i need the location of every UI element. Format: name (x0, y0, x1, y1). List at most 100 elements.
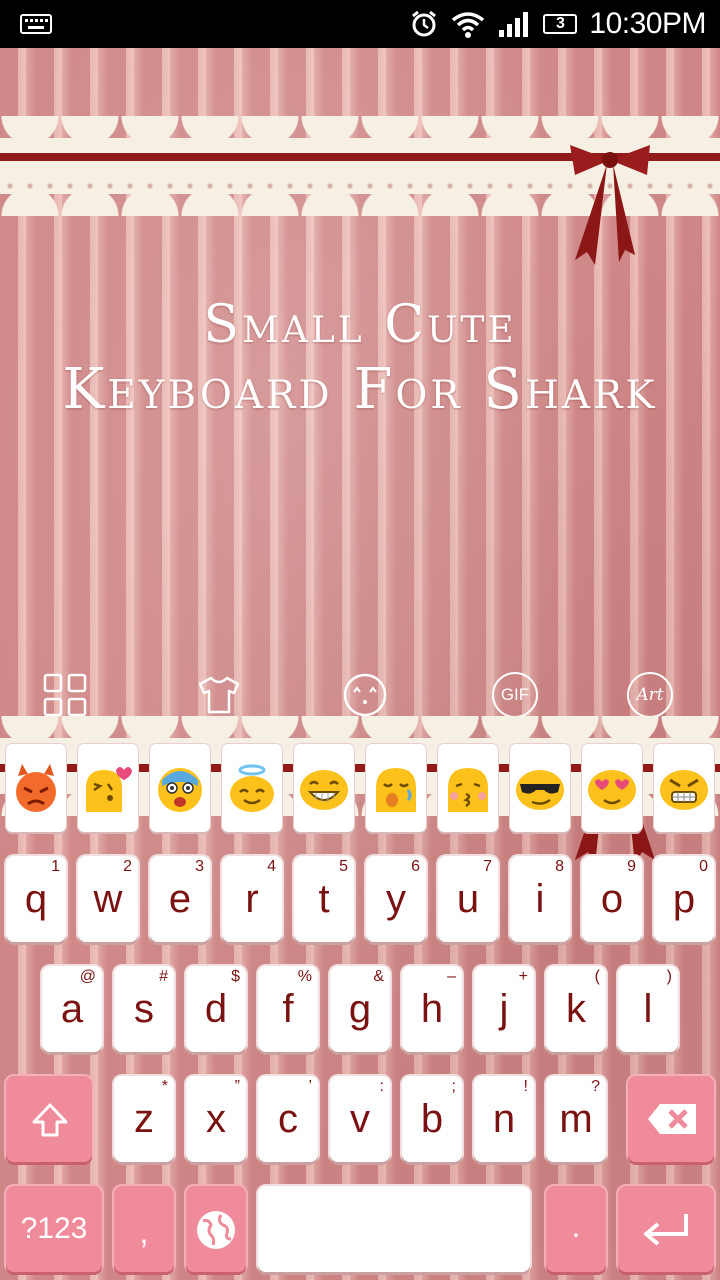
key-secondary-label: ’ (308, 1078, 312, 1095)
key-label: d (204, 987, 228, 1031)
key-b[interactable]: ; b (402, 1076, 462, 1162)
sunglasses-emoji-icon (516, 770, 564, 810)
key-l[interactable]: ) l (618, 966, 678, 1052)
key-v[interactable]: :v (330, 1076, 390, 1162)
emoji-key-kiss[interactable] (438, 744, 498, 832)
key-label: m (559, 1097, 593, 1141)
theme-shirt-icon[interactable] (196, 672, 242, 718)
key-label: n (492, 1097, 516, 1141)
key-k[interactable]: (k (546, 966, 606, 1052)
language-key[interactable] (186, 1186, 246, 1272)
period-key[interactable]: . (546, 1186, 606, 1272)
key-secondary-label: 2 (123, 858, 132, 875)
key-secondary-label: : (379, 1078, 384, 1095)
key-secondary-label: 0 (699, 858, 708, 875)
key-secondary-label: 4 (267, 858, 276, 875)
key-g[interactable]: & g (330, 966, 390, 1052)
emoticon-icon[interactable] (342, 672, 388, 718)
key-n[interactable]: ! n (474, 1076, 534, 1162)
enter-key[interactable] (618, 1186, 714, 1272)
key-secondary-label: 8 (555, 858, 564, 875)
grimace-emoji-icon (660, 770, 708, 810)
key-secondary-label: 9 (627, 858, 636, 875)
key-y[interactable]: 6y (366, 856, 426, 942)
key-label: s (134, 987, 154, 1031)
key-p[interactable]: 0p (654, 856, 714, 942)
emoji-key-heart-eyes[interactable] (582, 744, 642, 832)
backspace-icon (648, 1104, 696, 1134)
key-x[interactable]: ” x (186, 1076, 246, 1162)
key-secondary-label: ( (594, 968, 600, 985)
enter-icon (644, 1214, 688, 1246)
globe-icon (197, 1211, 235, 1249)
key-secondary-label: ” (234, 1078, 240, 1095)
key-i[interactable]: 8i (510, 856, 570, 942)
key-secondary-label: ; (451, 1078, 456, 1095)
key-o[interactable]: 9o (582, 856, 642, 942)
key-label: y (386, 877, 406, 921)
key-secondary-label: % (297, 968, 312, 985)
grin-emoji-icon (300, 770, 348, 810)
keyboard-notification-icon (20, 14, 52, 34)
kiss-emoji-icon (448, 768, 488, 812)
space-bar[interactable] (258, 1186, 530, 1272)
key-secondary-label: ) (666, 968, 672, 985)
key-f[interactable]: % f (258, 966, 318, 1052)
gif-button[interactable]: GIF (492, 672, 538, 718)
key-h[interactable]: – h (402, 966, 462, 1052)
angry-devil-emoji-icon (16, 764, 56, 812)
backspace-key[interactable] (628, 1076, 714, 1162)
symbols-label: ?123 (20, 1212, 88, 1245)
key-secondary-label: # (159, 968, 168, 985)
key-c[interactable]: ’ c (258, 1076, 318, 1162)
key-m[interactable]: ? m (546, 1076, 606, 1162)
emoji-key-sunglasses[interactable] (510, 744, 570, 832)
key-secondary-label: 7 (483, 858, 492, 875)
key-t[interactable]: 5t (294, 856, 354, 942)
key-label: i (535, 877, 545, 921)
key-label: b (420, 1097, 444, 1141)
emoji-key-scared[interactable] (150, 744, 210, 832)
key-label: c (278, 1097, 298, 1141)
key-secondary-label: ? (591, 1078, 600, 1095)
keyboard-toolbar: GIF Art (0, 664, 720, 724)
key-label: q (24, 877, 48, 921)
key-label: z (134, 1097, 154, 1141)
key-e[interactable]: 3e (150, 856, 210, 942)
key-secondary-label: $ (231, 968, 240, 985)
symbols-key[interactable]: ?123 (6, 1186, 102, 1272)
key-secondary-label: 5 (339, 858, 348, 875)
key-j[interactable]: + j (474, 966, 534, 1052)
key-label: f (282, 987, 294, 1031)
kiss-heart-emoji-icon (86, 767, 132, 812)
key-secondary-label: 1 (51, 858, 60, 875)
key-d[interactable]: $ d (186, 966, 246, 1052)
key-r[interactable]: 4r (222, 856, 282, 942)
shift-key[interactable] (6, 1076, 92, 1162)
emoji-key-sleepy[interactable] (366, 744, 426, 832)
bow-decoration (570, 145, 650, 265)
emoji-key-angel[interactable] (222, 744, 282, 832)
emoji-key-grin[interactable] (294, 744, 354, 832)
apps-grid-icon[interactable] (42, 672, 88, 718)
sleepy-emoji-icon (376, 768, 416, 812)
angel-emoji-icon (230, 764, 274, 812)
key-secondary-label: @ (79, 968, 96, 985)
key-label: e (168, 877, 192, 921)
key-z[interactable]: * z (114, 1076, 174, 1162)
theme-title-line1: Small Cute (203, 295, 517, 355)
key-w[interactable]: 2w (78, 856, 138, 942)
emoji-key-kiss-heart[interactable] (78, 744, 138, 832)
key-a[interactable]: @ a (42, 966, 102, 1052)
signal-icon (499, 12, 529, 37)
gif-label: GIF (500, 685, 530, 704)
art-button[interactable]: Art (627, 672, 673, 718)
emoji-key-grimace[interactable] (654, 744, 714, 832)
key-label: p (672, 877, 696, 921)
art-label: Art (636, 685, 664, 705)
key-s[interactable]: # s (114, 966, 174, 1052)
key-q[interactable]: 1q (6, 856, 66, 942)
comma-key[interactable]: , (114, 1186, 174, 1272)
emoji-key-angry-devil[interactable] (6, 744, 66, 832)
key-u[interactable]: 7u (438, 856, 498, 942)
